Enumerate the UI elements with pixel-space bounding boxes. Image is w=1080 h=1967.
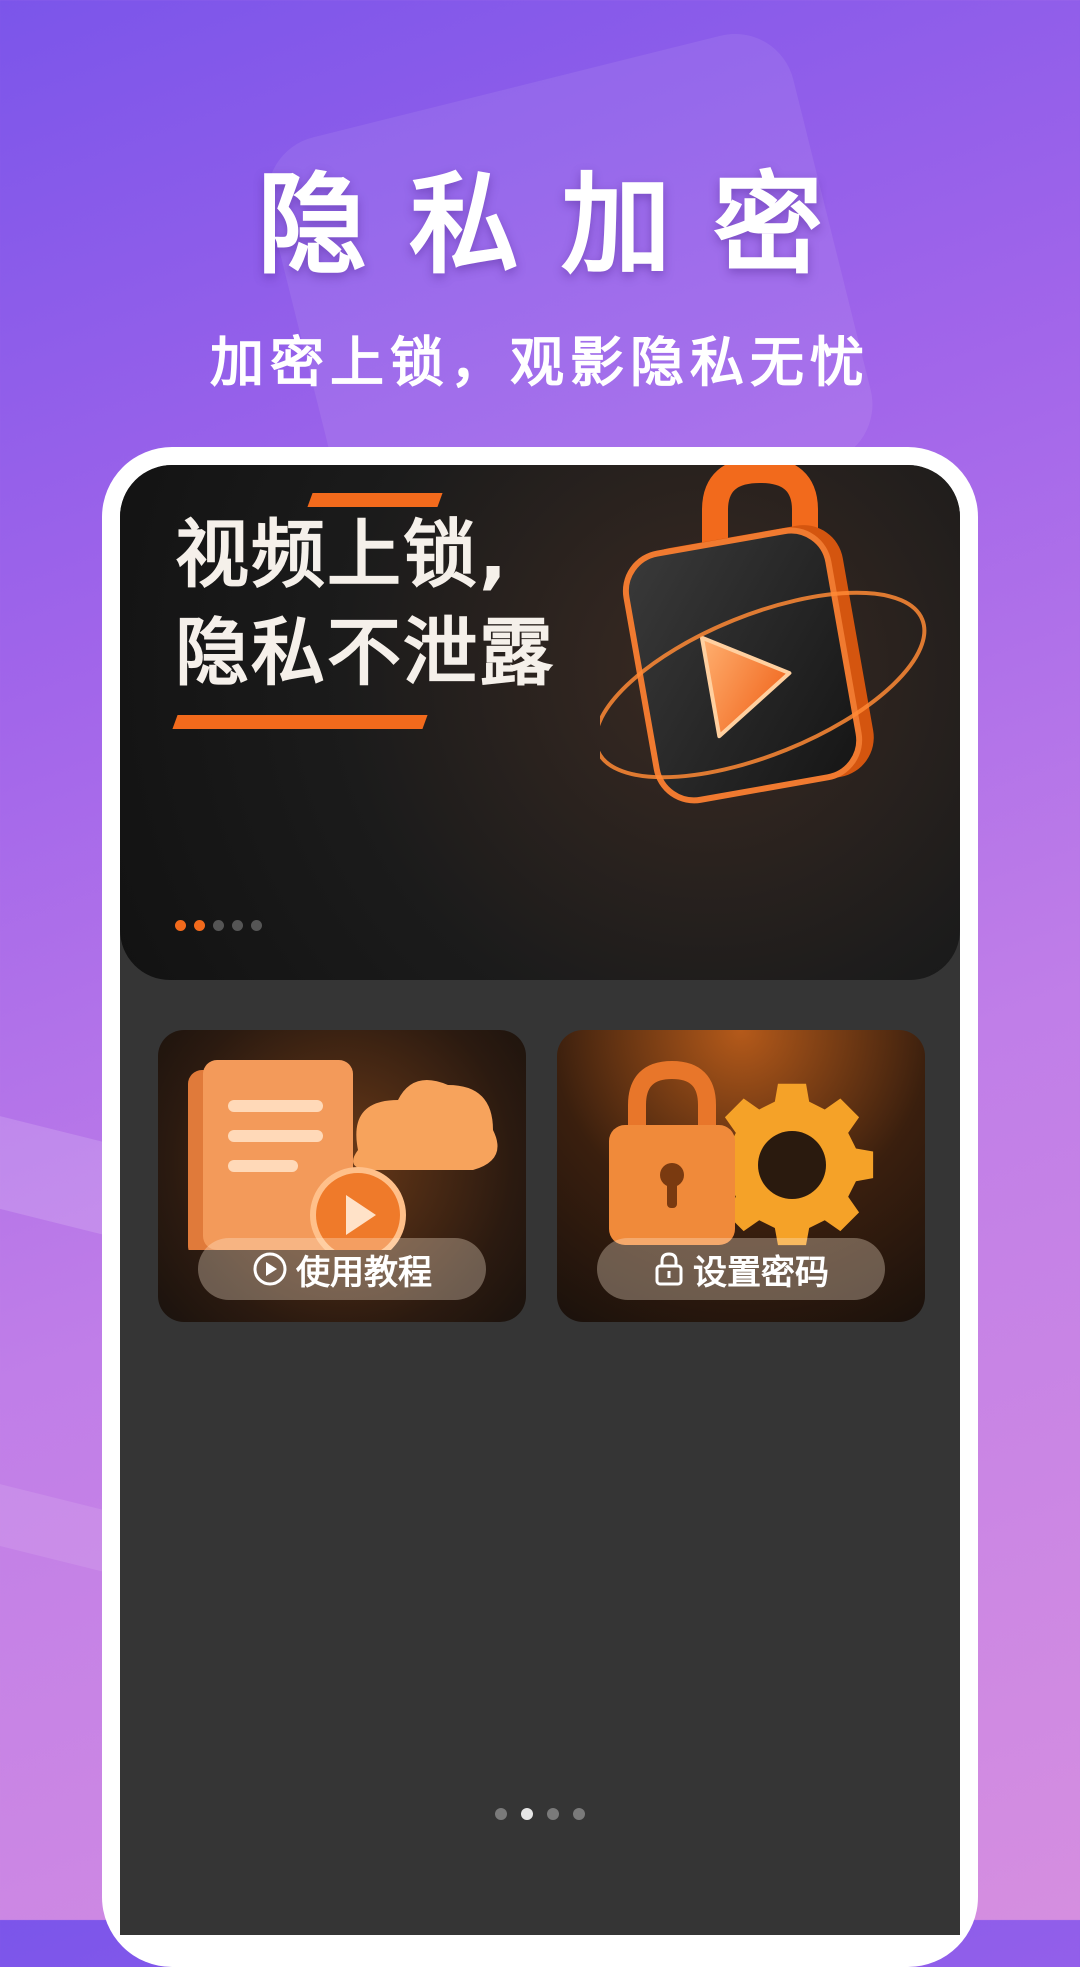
banner-dot[interactable]	[213, 920, 224, 931]
set-password-card[interactable]: 设置密码	[557, 1030, 925, 1322]
banner-dot[interactable]	[194, 920, 205, 931]
banner-dot[interactable]	[251, 920, 262, 931]
page-dot[interactable]	[573, 1808, 585, 1820]
page-indicator	[120, 1808, 960, 1820]
banner-indicator	[175, 920, 262, 931]
tutorial-illustration-icon	[188, 1060, 498, 1250]
banner-carousel[interactable]: 视频上锁, 隐私不泄露	[120, 465, 960, 980]
banner-stripe-bottom	[172, 715, 428, 729]
banner-headline-line2: 隐私不泄露	[175, 610, 555, 696]
password-illustration-icon	[609, 1060, 874, 1246]
tutorial-button[interactable]: 使用教程	[198, 1238, 486, 1300]
tutorial-label: 使用教程	[296, 1252, 432, 1293]
lock-icon	[653, 1251, 685, 1287]
page-dot-active[interactable]	[521, 1808, 533, 1820]
video-lock-icon	[600, 465, 927, 804]
banner-dot[interactable]	[232, 920, 243, 931]
set-password-label: 设置密码	[693, 1252, 829, 1293]
hero-title: 隐私加密	[257, 161, 865, 289]
banner-stripe-top	[307, 493, 443, 507]
tutorial-card[interactable]: 使用教程	[158, 1030, 526, 1322]
page-dot[interactable]	[495, 1808, 507, 1820]
play-circle-icon	[252, 1251, 288, 1287]
set-password-button[interactable]: 设置密码	[597, 1238, 885, 1300]
banner-dot[interactable]	[175, 920, 186, 931]
hero-subtitle: 加密上锁，观影隐私无忧	[210, 331, 870, 394]
phone-screen: 视频上锁, 隐私不泄露 使用教程 设置密码	[120, 465, 960, 1935]
page-dot[interactable]	[547, 1808, 559, 1820]
banner-headline-line1: 视频上锁,	[175, 512, 510, 598]
